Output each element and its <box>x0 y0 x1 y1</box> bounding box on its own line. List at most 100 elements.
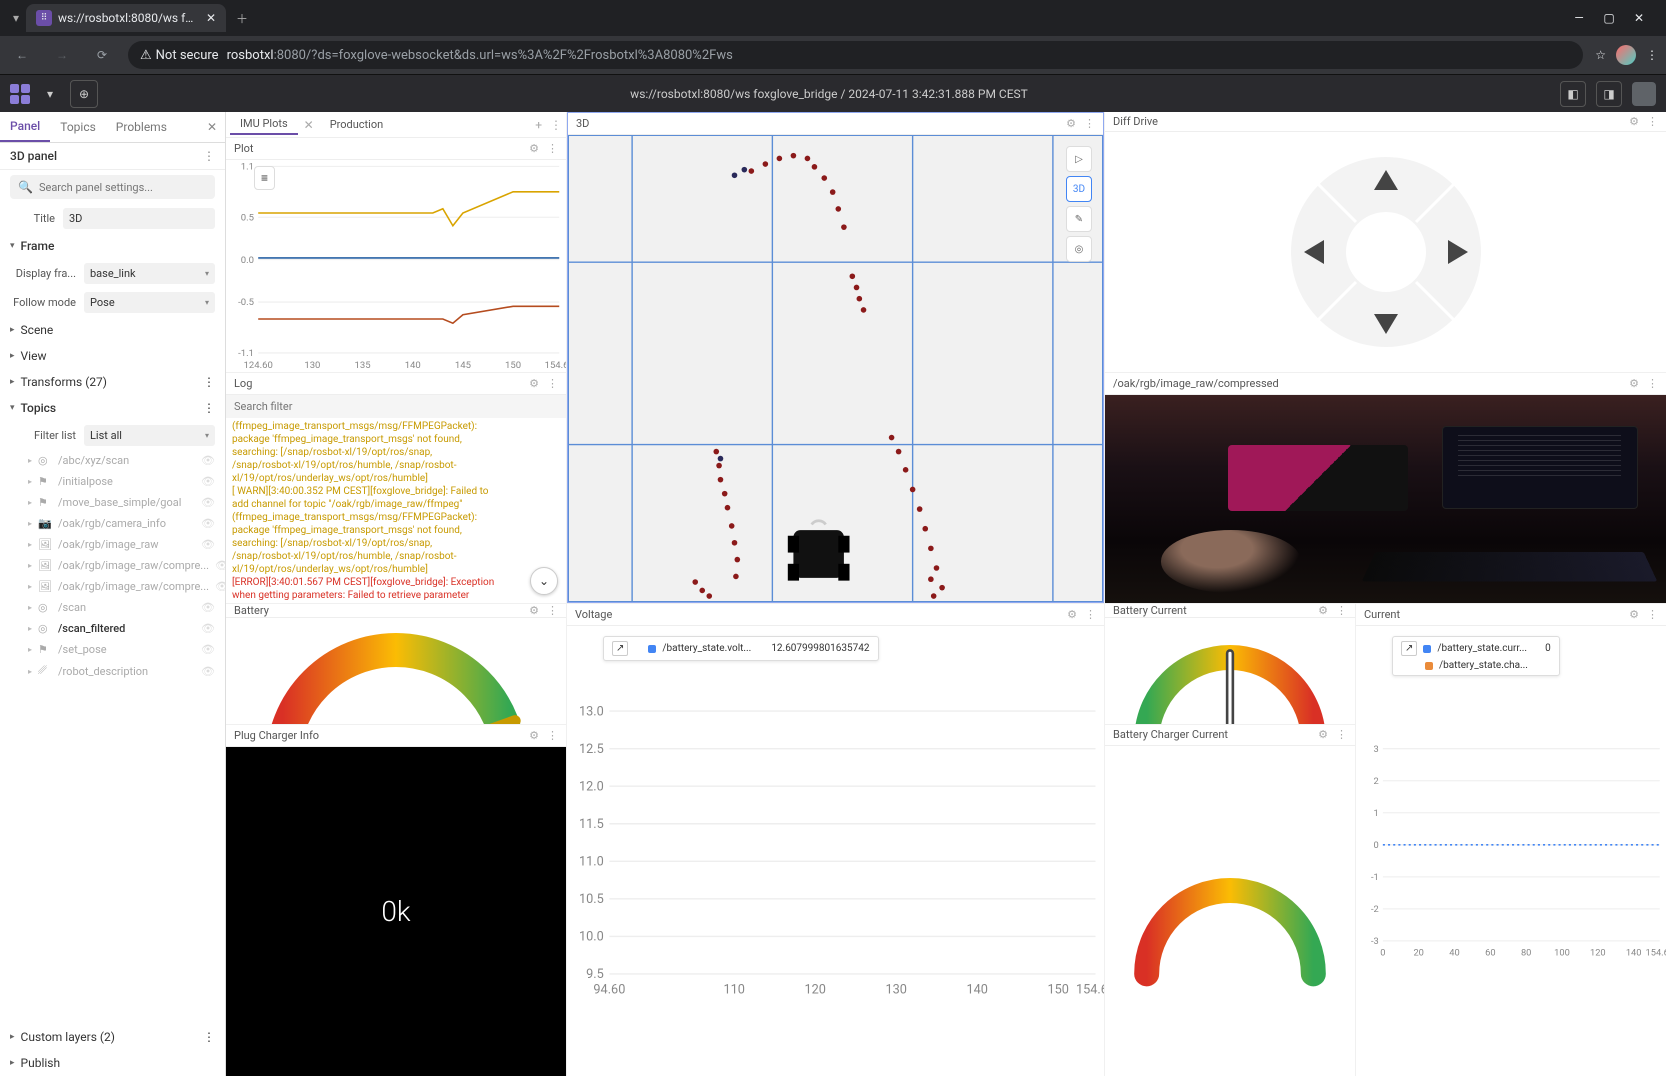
gear-icon[interactable]: ⚙ <box>1629 377 1639 390</box>
more-icon[interactable]: ⋮ <box>1647 115 1658 128</box>
chevron-right-icon[interactable]: ▸ <box>10 377 15 387</box>
more-icon[interactable]: ⋮ <box>203 1030 215 1044</box>
topic-item[interactable]: ▸◎/scan_filtered👁 <box>0 618 225 639</box>
minimize-icon[interactable]: — <box>1570 11 1588 25</box>
chevron-right-icon[interactable]: ▸ <box>10 1032 15 1042</box>
custom-layers-section[interactable]: Custom layers (2) <box>21 1030 115 1044</box>
recenter-icon[interactable]: ◎ <box>1066 236 1092 262</box>
topic-item[interactable]: ▸⚑/initialpose👁 <box>0 471 225 492</box>
chevron-right-icon[interactable]: ▸ <box>10 325 15 335</box>
sidebar-tab-problems[interactable]: Problems <box>106 113 177 141</box>
more-icon[interactable]: ⋮ <box>1084 117 1095 130</box>
topic-item[interactable]: ▸🖼/oak/rgb/image_raw👁 <box>0 534 225 555</box>
voltage-legend[interactable]: ↗ /battery_state.volt... 12.607999801635… <box>603 636 879 661</box>
scene-section[interactable]: Scene <box>21 323 54 337</box>
more-icon[interactable]: ⋮ <box>1647 608 1658 621</box>
maximize-icon[interactable]: ▢ <box>1600 11 1618 25</box>
gear-icon[interactable]: ⚙ <box>1629 115 1639 128</box>
current-legend[interactable]: ↗ /battery_state.curr... 0 /battery_stat… <box>1392 636 1560 676</box>
more-icon[interactable]: ⋮ <box>547 729 558 742</box>
gear-icon[interactable]: ⚙ <box>1066 117 1076 130</box>
bookmark-icon[interactable]: ☆ <box>1595 48 1606 62</box>
gear-icon[interactable]: ⚙ <box>1318 728 1328 741</box>
sidebar-tab-topics[interactable]: Topics <box>50 113 106 141</box>
expand-icon[interactable]: ↗ <box>612 641 628 656</box>
gear-icon[interactable]: ⚙ <box>529 142 539 155</box>
topic-item[interactable]: ▸🖼/oak/rgb/image_raw/compre...👁 <box>0 576 225 597</box>
more-icon[interactable]: ⋮ <box>1647 377 1658 390</box>
legend-toggle-icon[interactable]: ≡ <box>254 166 275 190</box>
more-icon[interactable]: ⋮ <box>550 118 562 132</box>
tab-production[interactable]: Production <box>320 115 393 134</box>
visibility-icon[interactable]: 👁 <box>201 454 215 467</box>
close-window-icon[interactable]: ✕ <box>1630 11 1648 25</box>
forward-icon[interactable]: → <box>48 41 76 69</box>
voltage-plot[interactable]: 9.510.010.511.011.512.012.513.094.601101… <box>567 626 1104 1076</box>
gear-icon[interactable]: ⚙ <box>529 377 539 390</box>
log-search-input[interactable] <box>226 395 566 418</box>
more-icon[interactable]: ⋮ <box>1085 608 1096 621</box>
chevron-right-icon[interactable]: ▸ <box>10 351 15 361</box>
dpad-left-button[interactable] <box>1286 212 1346 292</box>
view-section[interactable]: View <box>21 349 47 363</box>
app-menu-chevron-icon[interactable]: ▾ <box>36 80 64 108</box>
topic-item[interactable]: ▸◎/scan👁 <box>0 597 225 618</box>
panel-search-input[interactable] <box>39 181 207 194</box>
gear-icon[interactable]: ⚙ <box>1067 608 1077 621</box>
sidebar-tab-panel[interactable]: Panel <box>0 112 50 142</box>
frame-section[interactable]: Frame <box>21 239 55 253</box>
visibility-icon[interactable]: 👁 <box>215 580 225 593</box>
visibility-icon[interactable]: 👁 <box>201 643 215 656</box>
more-icon[interactable]: ⋮ <box>1336 728 1347 741</box>
visibility-icon[interactable]: 👁 <box>201 538 215 551</box>
layout-right-icon[interactable]: ◨ <box>1596 81 1622 107</box>
measure-tool-icon[interactable]: ✎ <box>1066 206 1092 232</box>
gear-icon[interactable]: ⚙ <box>1629 608 1639 621</box>
publish-section[interactable]: Publish <box>21 1056 61 1070</box>
more-icon[interactable]: ⋮ <box>203 149 215 163</box>
select-tool-icon[interactable]: ▷ <box>1066 146 1092 172</box>
view-3d-button[interactable]: 3D <box>1066 176 1092 202</box>
topic-item[interactable]: ▸📷/oak/rgb/camera_info👁 <box>0 513 225 534</box>
url-input[interactable]: ⚠ Not secure rosbotxl:8080/?ds=foxglove-… <box>128 41 1583 69</box>
close-icon[interactable]: ✕ <box>206 11 216 25</box>
dpad-up-button[interactable] <box>1346 152 1426 212</box>
gear-icon[interactable]: ⚙ <box>529 729 539 742</box>
add-tab-icon[interactable]: + <box>535 118 542 132</box>
visibility-icon[interactable]: 👁 <box>201 665 215 678</box>
profile-avatar[interactable] <box>1616 45 1636 65</box>
add-panel-icon[interactable]: ⊕ <box>70 80 98 108</box>
3d-viewport[interactable]: ▷ 3D ✎ ◎ <box>568 135 1103 602</box>
back-icon[interactable]: ← <box>8 41 36 69</box>
dpad-right-button[interactable] <box>1426 212 1486 292</box>
topic-item[interactable]: ▸␥/robot_description👁 <box>0 660 225 682</box>
topics-section[interactable]: Topics <box>21 401 57 415</box>
visibility-icon[interactable]: 👁 <box>201 601 215 614</box>
user-avatar[interactable] <box>1632 82 1656 106</box>
follow-mode-select[interactable]: Pose▾ <box>84 292 215 313</box>
close-icon[interactable]: ✕ <box>199 120 225 134</box>
chevron-right-icon[interactable]: ▸ <box>10 1058 15 1068</box>
new-tab-button[interactable]: ＋ <box>228 4 256 32</box>
topic-item[interactable]: ▸⚑/move_base_simple/goal👁 <box>0 492 225 513</box>
layout-left-icon[interactable]: ◧ <box>1560 81 1586 107</box>
topic-item[interactable]: ▸⚑/set_pose👁 <box>0 639 225 660</box>
filter-list-select[interactable]: List all▾ <box>84 425 215 446</box>
visibility-icon[interactable]: 👁 <box>201 496 215 509</box>
reload-icon[interactable]: ⟳ <box>88 41 116 69</box>
chevron-down-icon[interactable]: ▾ <box>10 403 15 413</box>
browser-menu-icon[interactable]: ⋮ <box>1646 48 1658 62</box>
topic-item[interactable]: ▸◎/abc/xyz/scan👁 <box>0 450 225 471</box>
more-icon[interactable]: ⋮ <box>203 375 215 389</box>
transforms-section[interactable]: Transforms (27) <box>21 375 107 389</box>
close-icon[interactable]: ✕ <box>298 118 320 132</box>
visibility-icon[interactable]: 👁 <box>201 622 215 635</box>
browser-tab[interactable]: ⠿ ws://rosbotxl:8080/ws f… ✕ <box>26 4 226 32</box>
topic-item[interactable]: ▸🖼/oak/rgb/image_raw/compre...👁 <box>0 555 225 576</box>
display-frame-select[interactable]: base_link▾ <box>84 263 215 284</box>
expand-icon[interactable]: ↗ <box>1401 641 1417 656</box>
visibility-icon[interactable]: 👁 <box>215 559 225 572</box>
visibility-icon[interactable]: 👁 <box>201 517 215 530</box>
more-icon[interactable]: ⋮ <box>547 377 558 390</box>
tab-imu-plots[interactable]: IMU Plots <box>230 114 298 135</box>
